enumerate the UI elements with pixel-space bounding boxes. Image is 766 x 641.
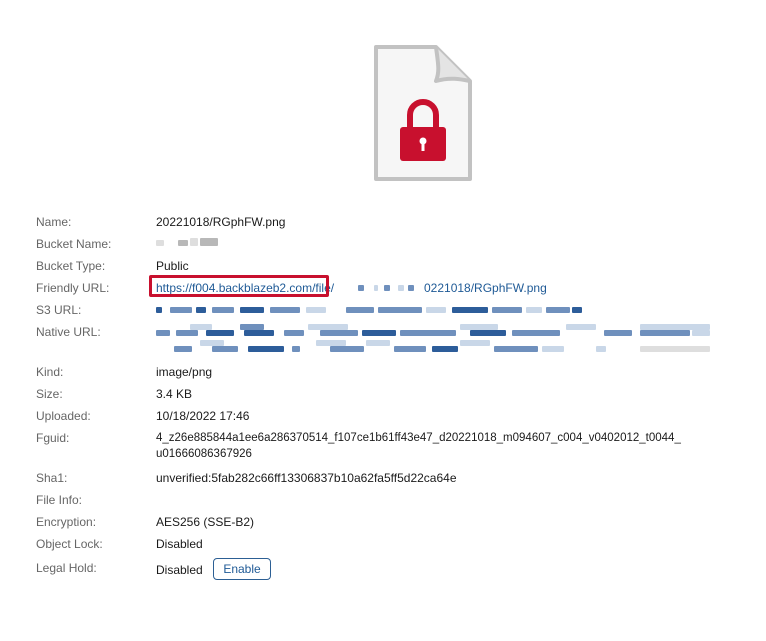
friendly-url-label: Friendly URL: [36, 281, 110, 295]
native-url-label: Native URL: [36, 325, 101, 339]
object-lock-label: Object Lock: [36, 537, 103, 551]
friendly-url-highlight [149, 275, 329, 297]
fguid-value-line1: 4_z26e885844a1ee6a286370514_f107ce1b61ff… [156, 432, 681, 444]
locked-file-icon [370, 43, 474, 185]
legal-hold-value: Disabled [156, 563, 203, 577]
file-info-label: File Info: [36, 493, 83, 507]
sha1-value: unverified:5fab282c66ff13306837b10a62fa5… [156, 471, 457, 485]
fguid-value-line2: u01666086367926 [156, 448, 252, 460]
kind-label: Kind: [36, 365, 64, 379]
legal-hold-label: Legal Hold: [36, 561, 97, 575]
name-label: Name: [36, 215, 72, 229]
fguid-label: Fguid: [36, 431, 70, 445]
uploaded-value: 10/18/2022 17:46 [156, 409, 250, 423]
enable-legal-hold-button[interactable]: Enable [213, 558, 271, 580]
name-value: 20221018/RGphFW.png [156, 215, 286, 229]
s3-url-label: S3 URL: [36, 303, 82, 317]
bucket-type-label: Bucket Type: [36, 259, 106, 273]
object-lock-value: Disabled [156, 537, 203, 551]
kind-value: image/png [156, 365, 213, 379]
encryption-label: Encryption: [36, 515, 97, 529]
size-value: 3.4 KB [156, 387, 193, 401]
sha1-label: Sha1: [36, 471, 68, 485]
bucket-type-value: Public [156, 259, 189, 273]
friendly-url-link-end[interactable]: 0221018/RGphFW.png [424, 280, 547, 296]
size-label: Size: [36, 387, 63, 401]
bucket-name-label: Bucket Name: [36, 237, 112, 251]
uploaded-label: Uploaded: [36, 409, 91, 423]
encryption-value: AES256 (SSE-B2) [156, 515, 255, 529]
